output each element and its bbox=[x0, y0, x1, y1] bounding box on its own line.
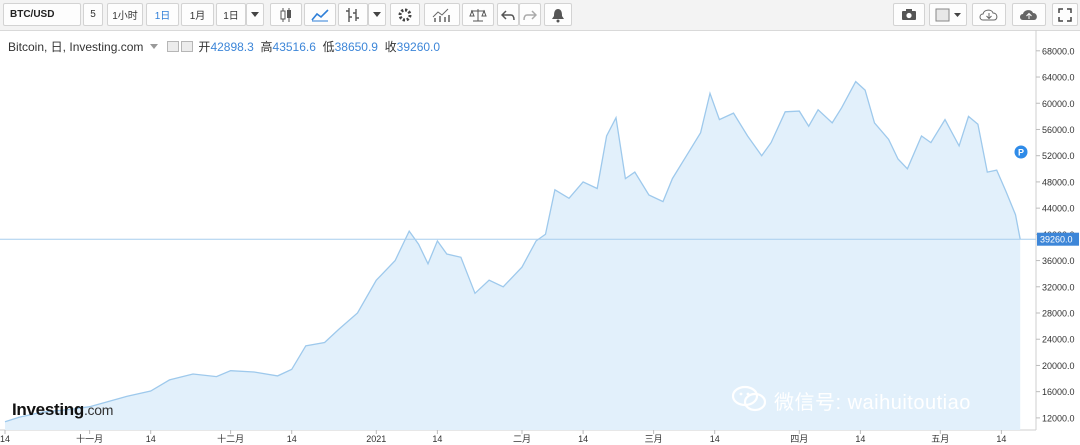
cloud-upload-icon bbox=[1020, 9, 1037, 20]
balance-scale-icon bbox=[469, 8, 487, 21]
cloud-upload-button[interactable] bbox=[1012, 3, 1046, 26]
event-marker[interactable]: P bbox=[1014, 145, 1028, 159]
interval-1m-button[interactable]: 1月 bbox=[181, 3, 214, 26]
chevron-down-icon bbox=[251, 12, 259, 17]
y-tick-label: 24000.0 bbox=[1042, 335, 1075, 345]
x-tick-label: 十二月 bbox=[217, 433, 244, 444]
chevron-down-icon[interactable] bbox=[149, 44, 158, 50]
x-tick-label: 二月 bbox=[513, 434, 531, 444]
fullscreen-button[interactable] bbox=[1052, 3, 1078, 26]
y-tick-label: 56000.0 bbox=[1042, 125, 1075, 135]
y-tick-label: 52000.0 bbox=[1042, 151, 1075, 161]
theme-button[interactable] bbox=[929, 3, 967, 26]
settings-button[interactable] bbox=[390, 3, 420, 26]
last-price-label: 39260.0 bbox=[1040, 235, 1073, 245]
color-square-icon bbox=[935, 8, 961, 21]
y-tick-label: 44000.0 bbox=[1042, 204, 1075, 214]
range-dropdown[interactable] bbox=[246, 3, 264, 26]
price-area bbox=[5, 81, 1021, 430]
y-tick-label: 64000.0 bbox=[1042, 73, 1075, 83]
x-tick-label: 14 bbox=[287, 434, 297, 444]
y-tick-label: 68000.0 bbox=[1042, 46, 1075, 56]
interval-1h-button[interactable]: 1小时 bbox=[107, 3, 143, 26]
price-chart[interactable]: 68000.0 64000.0 60000.0 56000.0 52000.0 48000… bbox=[0, 30, 1080, 445]
cloud-download-button[interactable] bbox=[972, 3, 1006, 26]
open-label: 开 bbox=[198, 40, 211, 54]
high-value: 43516.6 bbox=[272, 40, 316, 54]
x-tick-label: 三月 bbox=[645, 434, 663, 444]
line-chart-icon bbox=[311, 8, 329, 21]
camera-icon bbox=[902, 9, 916, 20]
x-tick-label: 14 bbox=[0, 434, 10, 444]
screenshot-button[interactable] bbox=[893, 3, 925, 26]
interval-1d-button[interactable]: 1日 bbox=[146, 3, 179, 26]
bar-compare-icon bbox=[432, 8, 450, 22]
close-value: 39260.0 bbox=[396, 40, 441, 54]
legend-title: Bitcoin, 日, Investing.com bbox=[8, 40, 144, 54]
investing-logo: Investing.com bbox=[12, 400, 113, 420]
redo-icon bbox=[523, 9, 537, 20]
scale-button[interactable] bbox=[462, 3, 494, 26]
x-tick-label: 14 bbox=[432, 434, 442, 444]
alert-button[interactable] bbox=[544, 3, 572, 26]
settings-square-icon[interactable] bbox=[167, 41, 180, 52]
high-label: 高 bbox=[260, 40, 273, 54]
fullscreen-icon bbox=[1058, 7, 1072, 22]
x-tick-label: 五月 bbox=[931, 434, 949, 444]
logo-suffix: .com bbox=[83, 402, 114, 418]
y-tick-label: 20000.0 bbox=[1042, 361, 1075, 371]
x-tick-label: 14 bbox=[710, 434, 720, 444]
y-tick-label: 16000.0 bbox=[1042, 387, 1075, 397]
y-tick-label: 60000.0 bbox=[1042, 99, 1075, 109]
x-tick-label: 14 bbox=[996, 434, 1006, 444]
area-chart-button[interactable] bbox=[304, 3, 336, 26]
watermark-text: 微信号: waihuitoutiao bbox=[774, 392, 971, 414]
undo-icon bbox=[501, 9, 515, 20]
y-tick-label: 12000.0 bbox=[1042, 413, 1075, 423]
logo-text: Investing bbox=[12, 400, 84, 419]
range-button[interactable]: 1日 bbox=[216, 3, 246, 26]
x-tick-label: 十一月 bbox=[76, 433, 103, 444]
x-tick-label: 四月 bbox=[790, 434, 808, 444]
gear-icon bbox=[398, 8, 412, 21]
y-tick-label: 28000.0 bbox=[1042, 309, 1075, 319]
x-tick-label: 14 bbox=[146, 434, 156, 444]
undo-button[interactable] bbox=[497, 3, 519, 26]
indicators-dropdown[interactable] bbox=[368, 3, 386, 26]
y-tick-label: 32000.0 bbox=[1042, 282, 1075, 292]
y-tick-label: 36000.0 bbox=[1042, 256, 1075, 266]
event-marker-label: P bbox=[1018, 148, 1024, 158]
symbol-input[interactable]: BTC/USD bbox=[3, 3, 81, 26]
ohlc-icon bbox=[346, 7, 359, 22]
indicators-button[interactable] bbox=[338, 3, 368, 26]
time-axis[interactable]: 14 十一月 14 十二月 14 2021 14 二月 14 三月 14 四月 14 五月 14 bbox=[0, 430, 1006, 444]
candle-chart-button[interactable] bbox=[270, 3, 302, 26]
low-value: 38650.9 bbox=[334, 40, 378, 54]
cloud-download-icon bbox=[979, 9, 998, 20]
x-tick-label: 14 bbox=[855, 434, 865, 444]
chart-legend: Bitcoin, 日, Investing.com 开42898.3 高4351… bbox=[8, 38, 440, 55]
x-tick-label: 14 bbox=[578, 434, 588, 444]
compare-button[interactable] bbox=[424, 3, 460, 26]
low-label: 低 bbox=[322, 40, 335, 54]
bell-icon bbox=[552, 8, 564, 22]
close-label: 收 bbox=[384, 40, 397, 54]
chevron-down-icon bbox=[373, 12, 381, 17]
close-square-icon[interactable] bbox=[181, 41, 194, 52]
wechat-icon bbox=[731, 385, 767, 412]
interval-5-button[interactable]: 5 bbox=[83, 3, 103, 26]
y-tick-label: 48000.0 bbox=[1042, 177, 1075, 187]
x-tick-label: 2021 bbox=[366, 434, 386, 444]
open-value: 42898.3 bbox=[210, 40, 254, 54]
candlestick-icon bbox=[280, 7, 291, 22]
redo-button[interactable] bbox=[519, 3, 541, 26]
chart-toolbar: BTC/USD 5 1小时 1日 1月 1日 bbox=[0, 0, 1080, 31]
